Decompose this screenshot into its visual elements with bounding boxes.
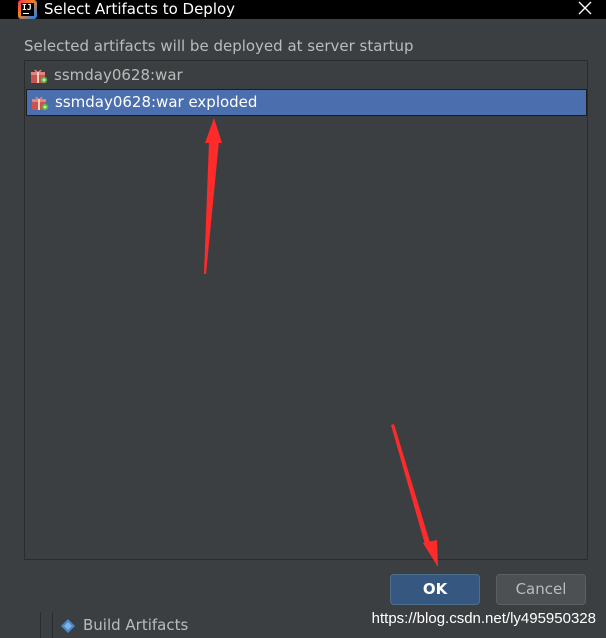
intellij-app-icon: IJ [18,0,37,19]
select-artifacts-dialog: IJ Select Artifacts to Deploy Selected a… [0,0,606,638]
artifact-item-war[interactable]: ssmday0628:war [26,62,587,89]
close-button[interactable] [562,0,606,19]
dialog-description: Selected artifacts will be deployed at s… [24,37,414,55]
war-artifact-icon [31,69,48,84]
build-artifacts-item[interactable]: Build Artifacts [83,616,188,634]
close-icon [578,1,592,15]
cancel-button[interactable]: Cancel [496,574,586,605]
build-artifacts-icon [61,619,75,633]
artifact-label: ssmday0628:war exploded [55,93,258,111]
panel-divider [40,612,41,638]
ok-button[interactable]: OK [390,574,480,605]
watermark: https://blog.csdn.net/ly495950328 [371,610,596,627]
window-title: Select Artifacts to Deploy [44,0,236,18]
war-artifact-icon [32,96,49,111]
app-icon-text: IJ [21,3,34,16]
artifact-label: ssmday0628:war [54,66,183,84]
artifacts-list[interactable]: ssmday0628:war ssmday0628:war exploded [24,60,588,560]
panel-divider [52,612,53,638]
artifact-item-war-exploded[interactable]: ssmday0628:war exploded [26,89,587,116]
title-bar[interactable]: IJ Select Artifacts to Deploy [0,0,606,19]
